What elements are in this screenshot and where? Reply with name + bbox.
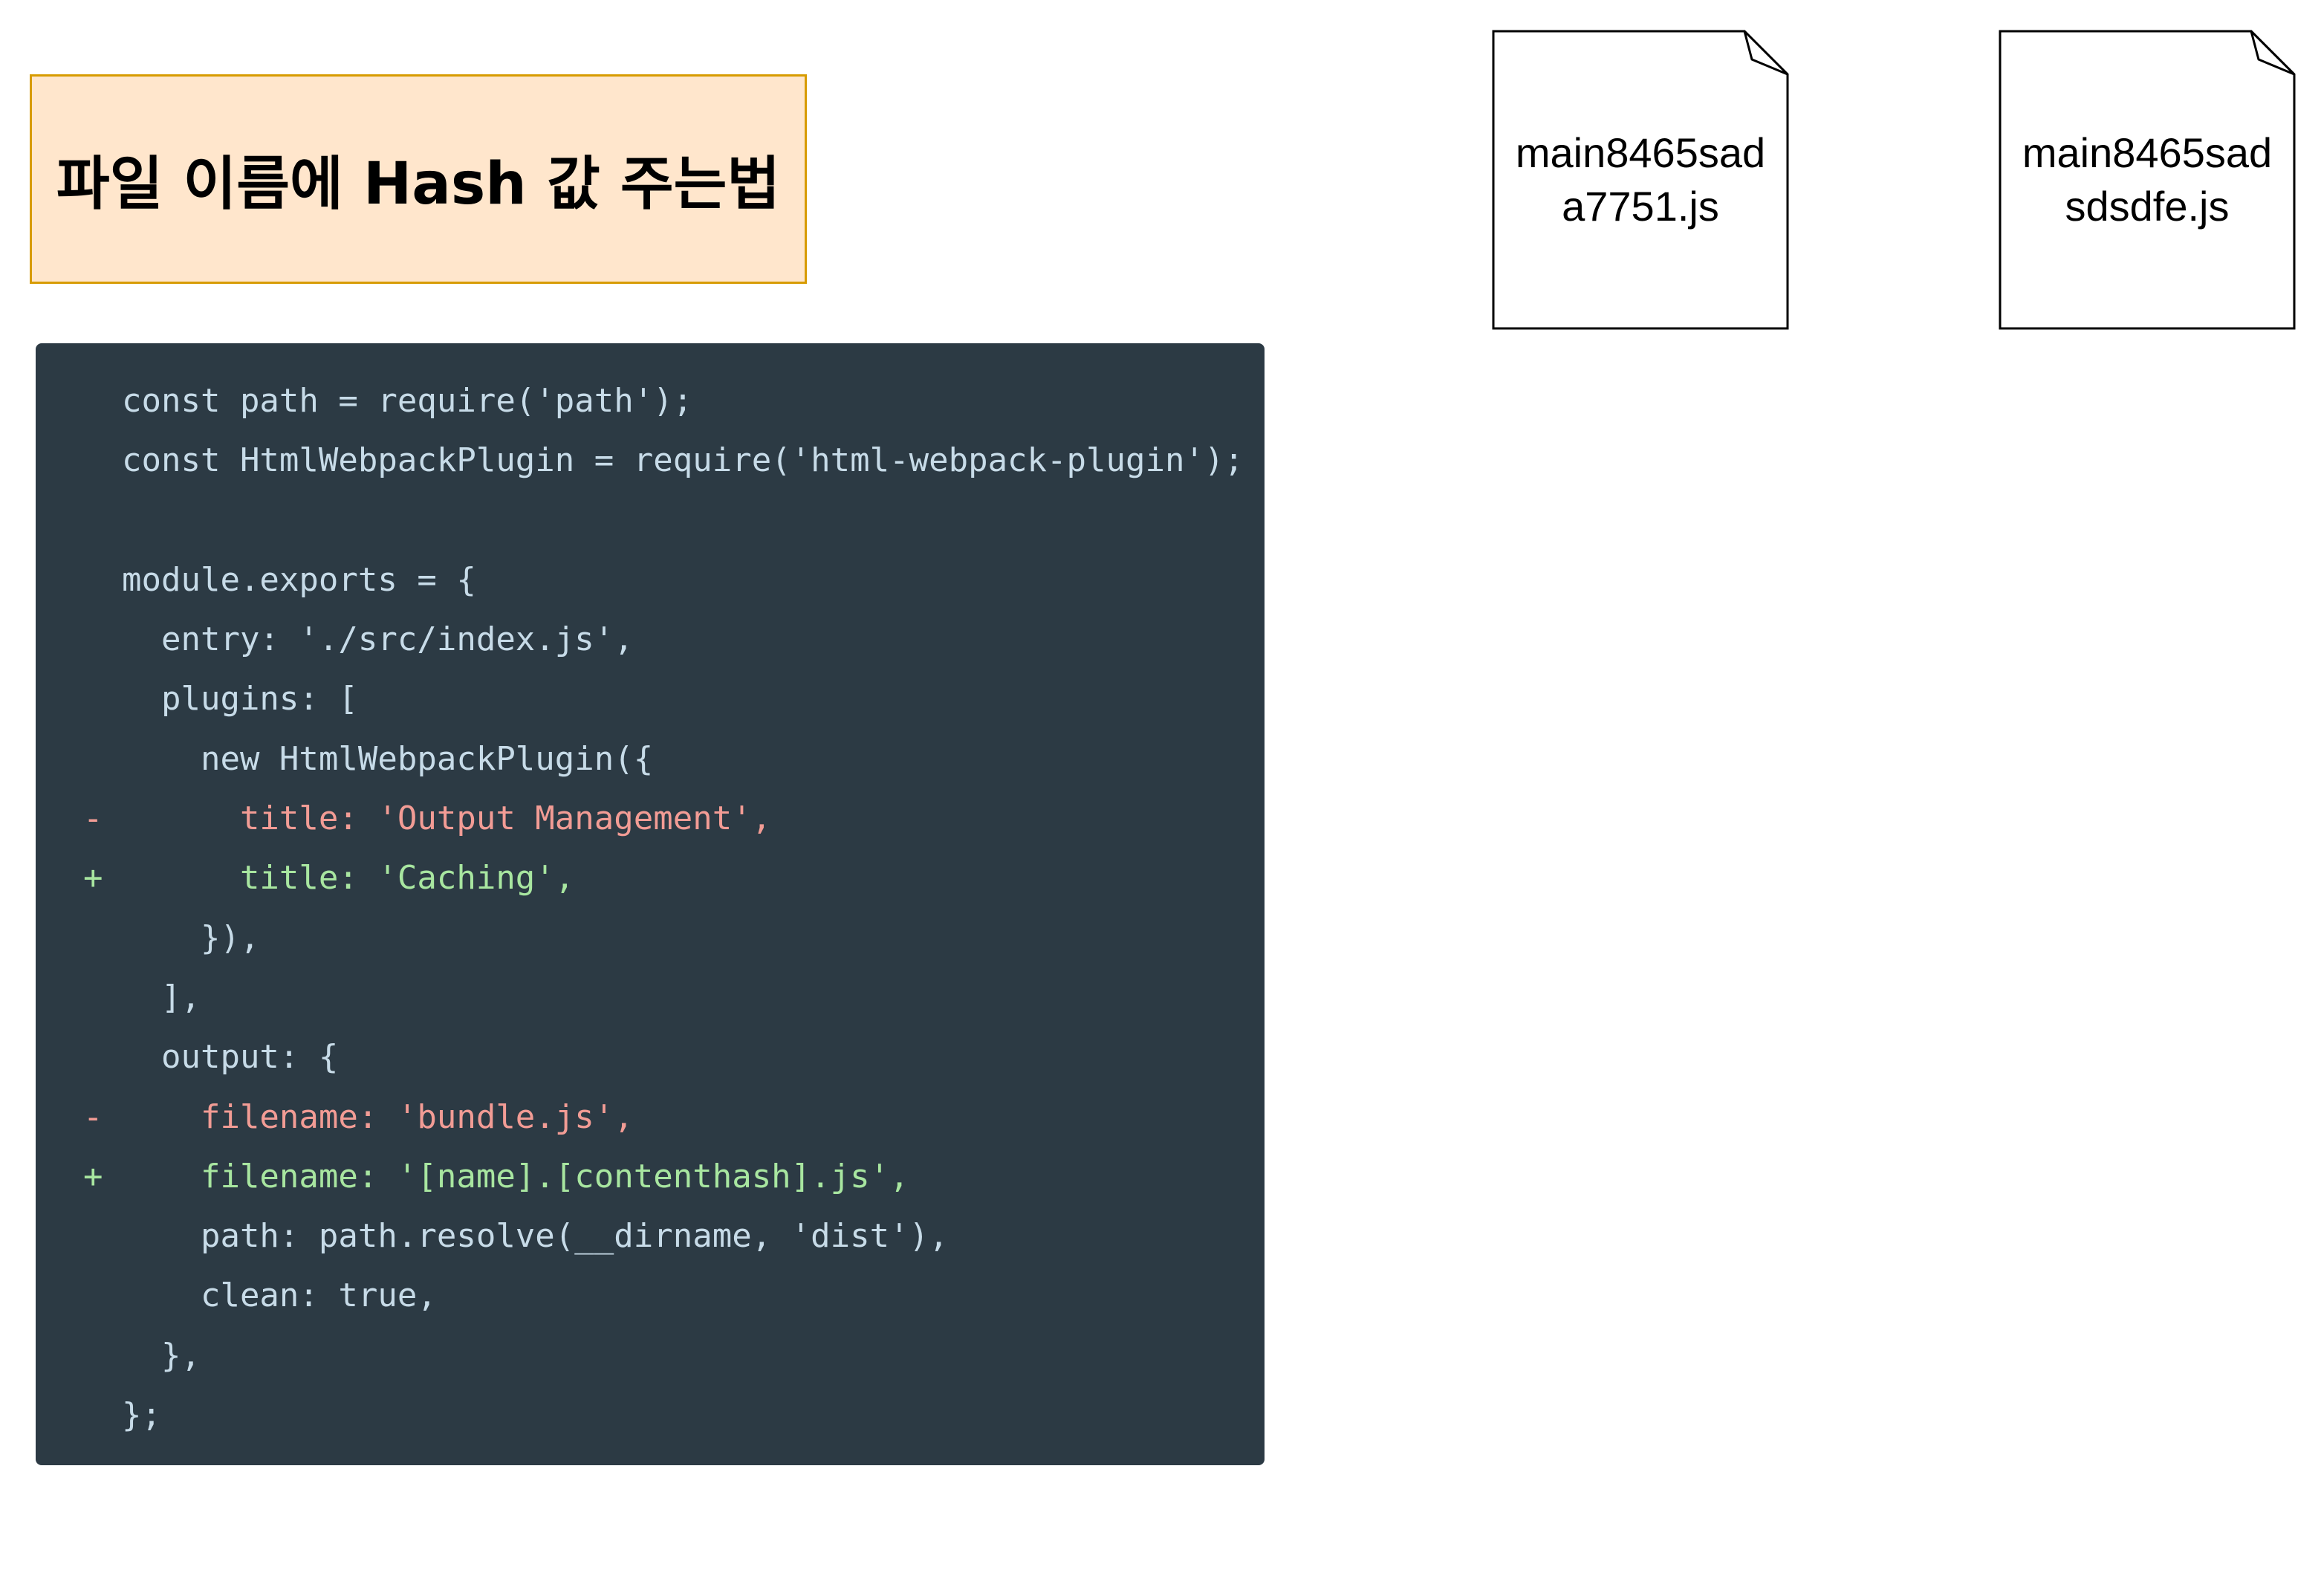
file-document-2: main8465sad sdsdfe.js — [1999, 30, 2296, 330]
file-name-line-1: main8465sad — [1515, 129, 1766, 176]
code-text: }, — [122, 1336, 201, 1375]
code-text: plugins: [ — [122, 680, 358, 718]
code-text: path: path.resolve(__dirname, 'dist'), — [122, 1217, 949, 1256]
code-line: }), — [36, 909, 1265, 968]
code-text: title: 'Caching', — [122, 859, 575, 898]
code-text: const path = require('path'); — [122, 382, 693, 420]
code-text: entry: './src/index.js', — [122, 620, 634, 659]
code-text: filename: 'bundle.js', — [122, 1097, 634, 1136]
file-name-line-2: a7751.js — [1562, 183, 1719, 230]
code-line: new HtmlWebpackPlugin({ — [36, 730, 1265, 789]
diff-marker: + — [83, 1157, 103, 1196]
code-text: clean: true, — [122, 1277, 437, 1315]
code-line: entry: './src/index.js', — [36, 610, 1265, 669]
code-text: title: 'Output Management', — [122, 799, 772, 838]
code-text: module.exports = { — [122, 560, 476, 599]
file-name-line-2: sdsdfe.js — [2065, 183, 2230, 230]
code-line: }, — [36, 1326, 1265, 1386]
code-line: plugins: [ — [36, 669, 1265, 729]
code-line: + filename: '[name].[contenthash].js', — [36, 1147, 1265, 1207]
code-text: ], — [122, 978, 201, 1016]
file-name-label: main8465sad sdsdfe.js — [1999, 126, 2296, 233]
code-line: path: path.resolve(__dirname, 'dist'), — [36, 1207, 1265, 1266]
code-line: module.exports = { — [36, 551, 1265, 610]
code-line: clean: true, — [36, 1266, 1265, 1326]
code-line: const HtmlWebpackPlugin = require('html-… — [36, 431, 1265, 490]
code-line: output: { — [36, 1028, 1265, 1087]
diagram-title: 파일 이름에 Hash 값 주는법 — [56, 151, 781, 218]
code-text: }), — [122, 918, 260, 957]
code-line: ], — [36, 968, 1265, 1028]
title-box: 파일 이름에 Hash 값 주는법 — [30, 74, 807, 284]
code-line: }; — [36, 1386, 1265, 1445]
code-line: + title: 'Caching', — [36, 849, 1265, 908]
diff-marker: - — [83, 1097, 103, 1136]
code-text: output: { — [122, 1038, 339, 1077]
code-text: filename: '[name].[contenthash].js', — [122, 1157, 909, 1196]
diff-marker: + — [83, 859, 103, 898]
code-text: const HtmlWebpackPlugin = require('html-… — [122, 441, 1244, 480]
code-line: - title: 'Output Management', — [36, 789, 1265, 849]
code-block: const path = require('path'); const HtmlW… — [36, 343, 1265, 1465]
file-document-1: main8465sad a7751.js — [1492, 30, 1789, 330]
diff-marker: - — [83, 799, 103, 838]
file-name-line-1: main8465sad — [2022, 129, 2273, 176]
code-line: - filename: 'bundle.js', — [36, 1088, 1265, 1147]
code-line: const path = require('path'); — [36, 372, 1265, 431]
code-text: new HtmlWebpackPlugin({ — [122, 739, 654, 778]
file-name-label: main8465sad a7751.js — [1492, 126, 1789, 233]
code-text: }; — [122, 1396, 161, 1435]
